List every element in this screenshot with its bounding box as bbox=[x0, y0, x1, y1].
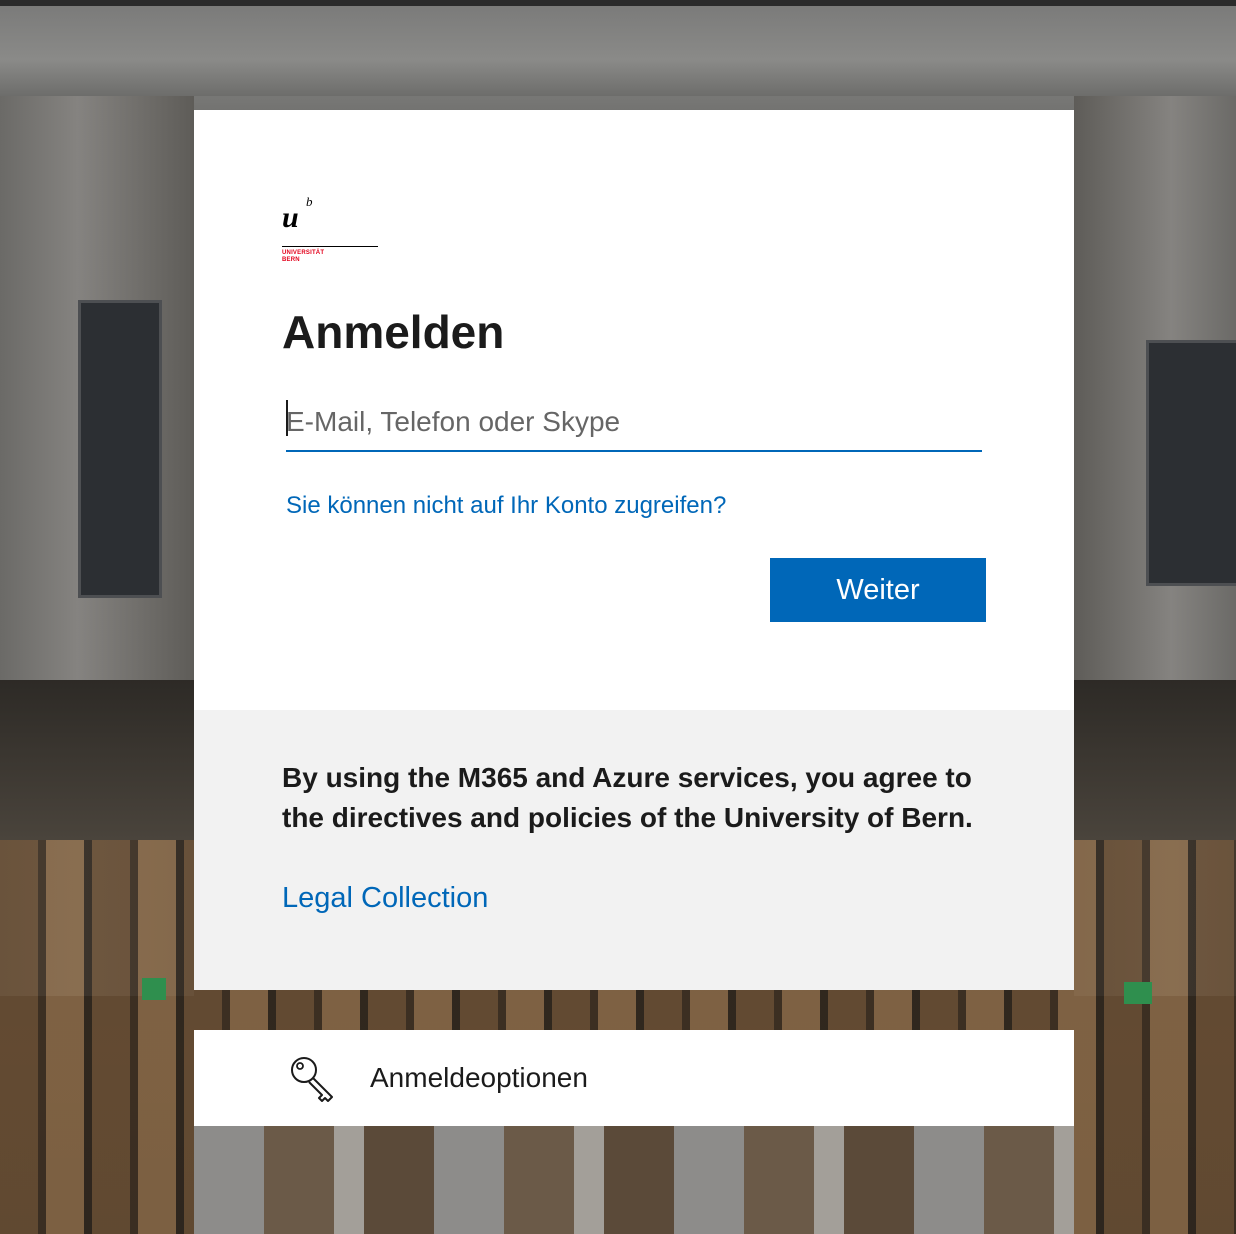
signin-options-label: Anmeldeoptionen bbox=[370, 1062, 588, 1093]
signin-card: u b UNIVERSITÄT BERN Anmelden Sie können… bbox=[194, 110, 1074, 710]
next-button[interactable]: Weiter bbox=[770, 558, 986, 622]
terms-notice-text: By using the M365 and Azure services, yo… bbox=[282, 762, 973, 833]
background-left-window bbox=[78, 300, 162, 598]
background-right-window bbox=[1146, 340, 1236, 586]
email-field[interactable] bbox=[286, 394, 982, 452]
logo-rule bbox=[282, 246, 378, 247]
key-icon bbox=[291, 1057, 333, 1102]
university-logo: u b UNIVERSITÄT BERN bbox=[282, 194, 378, 274]
cant-access-account-link[interactable]: Sie können nicht auf Ihr Konto zugreifen… bbox=[286, 490, 726, 522]
terms-notice-panel: By using the M365 and Azure services, yo… bbox=[194, 710, 1074, 990]
logo-mark: u bbox=[282, 201, 299, 234]
background-exit-sign-right bbox=[1124, 982, 1152, 1004]
page-title: Anmelden bbox=[282, 306, 505, 358]
logo-wordmark: UNIVERSITÄT BERN bbox=[282, 250, 324, 264]
logo-wordmark-line1: UNIVERSITÄT bbox=[282, 250, 325, 256]
background-floor bbox=[194, 1126, 1074, 1234]
logo-superscript: b bbox=[306, 194, 313, 209]
legal-collection-link[interactable]: Legal Collection bbox=[282, 878, 488, 918]
text-caret bbox=[286, 400, 288, 436]
logo-wordmark-line2: BERN bbox=[282, 257, 300, 263]
background-ceiling bbox=[0, 6, 1236, 96]
background-exit-sign-left bbox=[142, 978, 166, 1000]
signin-options-button[interactable]: Anmeldeoptionen bbox=[194, 1030, 1074, 1126]
